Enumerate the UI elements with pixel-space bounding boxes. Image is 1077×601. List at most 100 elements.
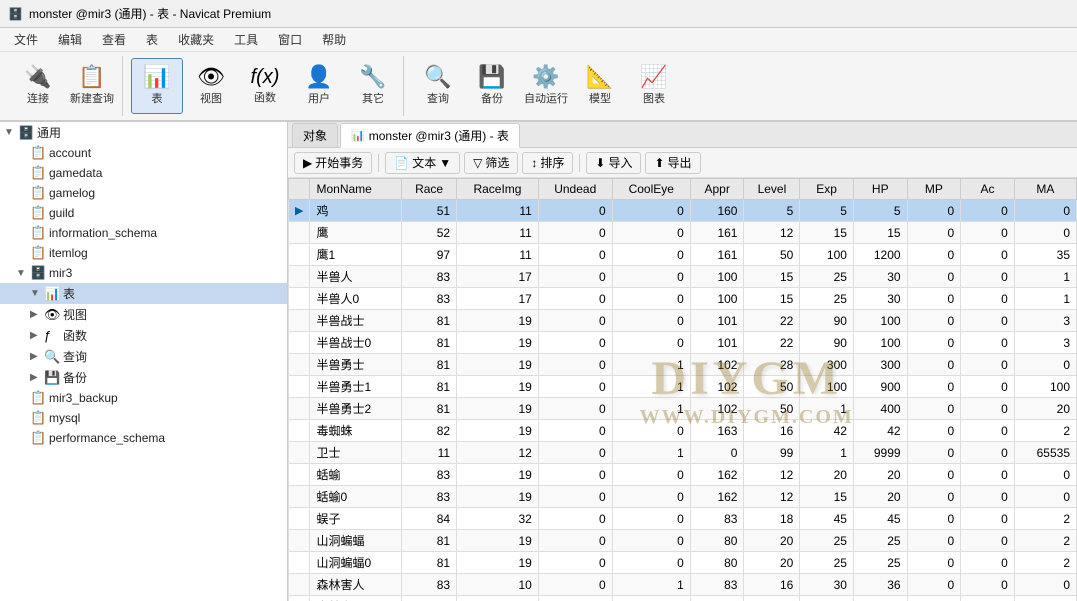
- cell-CoolEye: 0: [612, 420, 690, 442]
- tree-arrow-mir3-query: ▶: [30, 351, 44, 362]
- table-row[interactable]: 蜈子84320083184545002: [289, 508, 1077, 530]
- connect-button[interactable]: 🔌 连接: [12, 58, 64, 114]
- col-header-Race: Race: [402, 179, 457, 200]
- text-button[interactable]: 📄 文本 ▼: [385, 152, 460, 174]
- cell-Exp: 20: [800, 464, 854, 486]
- cell-Level: 50: [744, 398, 800, 420]
- cell-Appr: 0: [690, 596, 744, 601]
- chart-button[interactable]: 📈 图表: [628, 58, 680, 114]
- new-query-button[interactable]: 📋 新建查询: [66, 58, 118, 114]
- model-button[interactable]: 📐 模型: [574, 58, 626, 114]
- tree-item-gamelog[interactable]: 📋gamelog: [0, 183, 287, 203]
- menu-item-窗口[interactable]: 窗口: [268, 29, 312, 50]
- export-button[interactable]: ⬆ 导出: [645, 152, 700, 174]
- tree-item-mir3-table[interactable]: ▼📊表: [0, 283, 287, 304]
- menu-item-帮助[interactable]: 帮助: [312, 29, 356, 50]
- table-row[interactable]: 鹰19711001615010012000035: [289, 244, 1077, 266]
- other-button[interactable]: 🔧 其它: [347, 58, 399, 114]
- begin-transaction-button[interactable]: ▶ 开始事务: [294, 152, 372, 174]
- tree-item-itemlog[interactable]: 📋itemlog: [0, 243, 287, 263]
- cell-MP: 0: [907, 266, 961, 288]
- view-button[interactable]: 👁 视图: [185, 58, 237, 114]
- tree-item-mir3-func[interactable]: ▶ƒ函数: [0, 325, 287, 346]
- cell-MA: 0: [1014, 222, 1076, 244]
- cell-Ac: 0: [961, 354, 1015, 376]
- tree-item-information_schema[interactable]: 📋information_schema: [0, 223, 287, 243]
- tree-item-mysql[interactable]: 📋mysql: [0, 408, 287, 428]
- tree-item-guild[interactable]: 📋guild: [0, 203, 287, 223]
- table-row[interactable]: ▶鸡511100160555000: [289, 200, 1077, 222]
- user-button[interactable]: 👤 用户: [293, 58, 345, 114]
- cell-Ac: 0: [961, 376, 1015, 398]
- table-row[interactable]: 半兽勇士18119011025010090000100: [289, 376, 1077, 398]
- table-row[interactable]: 蛞蝓0831900162121520000: [289, 486, 1077, 508]
- cell-MP: 0: [907, 464, 961, 486]
- cell-MonName: 森林害人: [310, 574, 402, 596]
- cell-Undead: 0: [538, 332, 612, 354]
- tree-item-mir3-backup[interactable]: ▶💾备份: [0, 367, 287, 388]
- import-button[interactable]: ⬇ 导入: [586, 152, 641, 174]
- table-button[interactable]: 📊 表: [131, 58, 183, 114]
- cell-Ac: 0: [961, 222, 1015, 244]
- table-row[interactable]: 蛞蝓831900162122020000: [289, 464, 1077, 486]
- cell-Level: 20: [744, 552, 800, 574]
- tree-item-mir3_backup[interactable]: 📋mir3_backup: [0, 388, 287, 408]
- menu-item-查看[interactable]: 查看: [92, 29, 136, 50]
- cell-Undead: 0: [538, 376, 612, 398]
- function-button[interactable]: f(x) 函数: [239, 58, 291, 114]
- cell-RaceImg: 12: [457, 442, 539, 464]
- table-row[interactable]: 半兽勇士28119011025014000020: [289, 398, 1077, 420]
- tree-label-performance_schema: performance_schema: [49, 431, 165, 445]
- table-row[interactable]: 半兽人831700100152530001: [289, 266, 1077, 288]
- cell-Race: 84: [402, 508, 457, 530]
- cell-HP: 5: [853, 200, 907, 222]
- menu-item-收藏夹[interactable]: 收藏夹: [168, 29, 224, 50]
- tree-item-mir3-query[interactable]: ▶🔍查询: [0, 346, 287, 367]
- table-row[interactable]: 半兽战士8119001012290100003: [289, 310, 1077, 332]
- autorun-button[interactable]: ⚙️ 自动运行: [520, 58, 572, 114]
- tab-objects[interactable]: 对象: [292, 123, 338, 147]
- cell-indicator: [289, 442, 310, 464]
- cell-CoolEye: 1: [612, 574, 690, 596]
- tree-item-account[interactable]: 📋account: [0, 143, 287, 163]
- cell-Level: 0: [744, 596, 800, 601]
- cell-MA: 0: [1014, 464, 1076, 486]
- table-row[interactable]: 鹰521100161121515000: [289, 222, 1077, 244]
- data-table: MonNameRaceRaceImgUndeadCoolEyeApprLevel…: [288, 178, 1077, 601]
- data-table-area[interactable]: MonNameRaceRaceImgUndeadCoolEyeApprLevel…: [288, 178, 1077, 601]
- cell-RaceImg: 11: [457, 244, 539, 266]
- cell-Exp: 30: [800, 574, 854, 596]
- table-row[interactable]: 卫士111201099199990065535: [289, 442, 1077, 464]
- cell-MP: 0: [907, 310, 961, 332]
- menu-item-编辑[interactable]: 编辑: [48, 29, 92, 50]
- table-row[interactable]: 半兽人0831700100152530001: [289, 288, 1077, 310]
- cell-CoolEye: 0: [612, 222, 690, 244]
- tree-item-gamedata[interactable]: 📋gamedata: [0, 163, 287, 183]
- cell-Race: 11: [402, 442, 457, 464]
- query-button[interactable]: 🔍 查询: [412, 58, 464, 114]
- cell-HP: 15: [853, 222, 907, 244]
- cell-MonName: 蛞蝓: [310, 464, 402, 486]
- cell-Appr: 163: [690, 420, 744, 442]
- menu-item-表[interactable]: 表: [136, 29, 168, 50]
- tree-item-mir3-view[interactable]: ▶👁视图: [0, 304, 287, 325]
- menu-item-工具[interactable]: 工具: [224, 29, 268, 50]
- tree-item-mir3[interactable]: ▼🗄️mir3: [0, 263, 287, 283]
- backup-button[interactable]: 💾 备份: [466, 58, 518, 114]
- table-row[interactable]: 森林害人83100183163036000: [289, 574, 1077, 596]
- table-row[interactable]: 森林害人09310000000000: [289, 596, 1077, 601]
- filter-button[interactable]: ▽ 筛选: [464, 152, 518, 174]
- tree-item-tongyong[interactable]: ▼🗄️通用: [0, 122, 287, 143]
- menu-item-文件[interactable]: 文件: [4, 29, 48, 50]
- col-header-MP: MP: [907, 179, 961, 200]
- table-row[interactable]: 山洞蝙蝠81190080202525002: [289, 530, 1077, 552]
- tab-table-view[interactable]: 📊 monster @mir3 (通用) - 表: [340, 123, 520, 148]
- cell-Ac: 0: [961, 574, 1015, 596]
- table-row[interactable]: 毒蜘蛛821900163164242002: [289, 420, 1077, 442]
- cell-Level: 99: [744, 442, 800, 464]
- table-row[interactable]: 半兽战士08119001012290100003: [289, 332, 1077, 354]
- table-row[interactable]: 半兽勇士81190110228300300000: [289, 354, 1077, 376]
- sort-button[interactable]: ↕ 排序: [522, 152, 573, 174]
- table-row[interactable]: 山洞蝙蝠081190080202525002: [289, 552, 1077, 574]
- tree-item-performance_schema[interactable]: 📋performance_schema: [0, 428, 287, 448]
